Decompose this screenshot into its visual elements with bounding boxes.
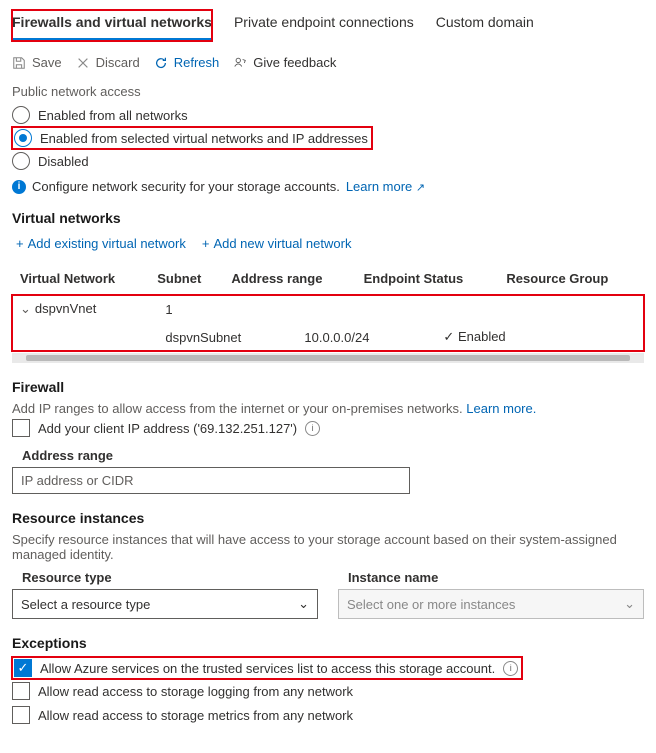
- x-icon: [76, 56, 90, 70]
- refresh-icon: [154, 56, 168, 70]
- resource-instances-desc: Specify resource instances that will hav…: [12, 532, 644, 562]
- select-placeholder: Select one or more instances: [347, 597, 515, 612]
- feedback-button[interactable]: Give feedback: [233, 55, 336, 70]
- trusted-services-checkbox[interactable]: ✓: [14, 659, 32, 677]
- radio-label: Enabled from selected virtual networks a…: [40, 131, 368, 146]
- checkmark-icon: ✓: [443, 329, 454, 344]
- learn-more-link[interactable]: Learn more ↗: [346, 179, 425, 194]
- metrics-label: Allow read access to storage metrics fro…: [38, 708, 353, 723]
- radio-icon: [12, 152, 30, 170]
- exceptions-heading: Exceptions: [12, 635, 644, 651]
- radio-icon: [12, 106, 30, 124]
- vnet-table: Virtual Network Subnet Address range End…: [12, 265, 644, 295]
- refresh-label: Refresh: [174, 55, 220, 70]
- command-bar: Save Discard Refresh Give feedback: [12, 47, 644, 84]
- resource-type-select[interactable]: Select a resource type ⌄: [12, 589, 318, 619]
- address-range-label: Address range: [12, 440, 644, 467]
- radio-label: Disabled: [38, 154, 89, 169]
- table-row[interactable]: ⌄ dspvnVnet 1: [12, 295, 644, 323]
- metrics-checkbox[interactable]: [12, 706, 30, 724]
- add-client-ip-label: Add your client IP address ('69.132.251.…: [38, 421, 297, 436]
- select-placeholder: Select a resource type: [21, 597, 150, 612]
- address-range-input[interactable]: IP address or CIDR: [12, 467, 410, 494]
- radio-enabled-selected[interactable]: Enabled from selected virtual networks a…: [12, 127, 372, 149]
- horizontal-scrollbar[interactable]: [12, 353, 644, 363]
- col-virtual-network: Virtual Network: [12, 265, 149, 295]
- resource-type-label: Resource type: [12, 570, 318, 585]
- tab-firewalls[interactable]: Firewalls and virtual networks: [12, 10, 212, 41]
- exception-logging-row[interactable]: Allow read access to storage logging fro…: [12, 679, 644, 703]
- radio-icon: [14, 129, 32, 147]
- vnet-heading: Virtual networks: [12, 210, 644, 226]
- plus-icon: +: [16, 236, 24, 251]
- config-info-row: i Configure network security for your st…: [12, 179, 644, 194]
- add-client-ip-checkbox[interactable]: [12, 419, 30, 437]
- instance-name-label: Instance name: [338, 570, 644, 585]
- instance-name-select[interactable]: Select one or more instances ⌄: [338, 589, 644, 619]
- refresh-button[interactable]: Refresh: [154, 55, 220, 70]
- col-endpoint-status: Endpoint Status: [356, 265, 499, 295]
- radio-enabled-all[interactable]: Enabled from all networks: [12, 103, 644, 127]
- logging-checkbox[interactable]: [12, 682, 30, 700]
- public-access-heading: Public network access: [12, 84, 644, 99]
- info-outline-icon[interactable]: i: [503, 661, 518, 676]
- radio-label: Enabled from all networks: [38, 108, 188, 123]
- exception-metrics-row[interactable]: Allow read access to storage metrics fro…: [12, 703, 644, 727]
- public-access-radio-group: Enabled from all networks Enabled from s…: [12, 103, 644, 173]
- firewall-learn-more-link[interactable]: Learn more.: [466, 401, 536, 416]
- tab-custom-domain[interactable]: Custom domain: [436, 10, 534, 41]
- chevron-down-icon: ⌄: [624, 596, 635, 612]
- add-new-vnet-button[interactable]: +Add new virtual network: [198, 232, 356, 255]
- chevron-down-icon: ⌄: [298, 596, 309, 612]
- firewall-desc: Add IP ranges to allow access from the i…: [12, 401, 644, 416]
- add-existing-vnet-button[interactable]: +Add existing virtual network: [12, 232, 190, 255]
- scrollbar-thumb[interactable]: [26, 355, 630, 361]
- tab-private-endpoints[interactable]: Private endpoint connections: [234, 10, 414, 41]
- radio-disabled[interactable]: Disabled: [12, 149, 644, 173]
- col-address-range: Address range: [223, 265, 355, 295]
- feedback-icon: [233, 56, 247, 70]
- info-icon: i: [12, 180, 26, 194]
- tab-bar: Firewalls and virtual networks Private e…: [12, 10, 644, 41]
- resource-instances-heading: Resource instances: [12, 510, 644, 526]
- cell-subnet-count: 1: [157, 295, 296, 323]
- plus-icon: +: [202, 236, 210, 251]
- feedback-label: Give feedback: [253, 55, 336, 70]
- logging-label: Allow read access to storage logging fro…: [38, 684, 353, 699]
- save-label: Save: [32, 55, 62, 70]
- save-icon: [12, 56, 26, 70]
- external-link-icon: ↗: [416, 182, 425, 194]
- cell-subnet-name: dspvnSubnet: [157, 323, 296, 351]
- col-subnet: Subnet: [149, 265, 223, 295]
- info-text: Configure network security for your stor…: [32, 179, 340, 194]
- table-row[interactable]: dspvnSubnet 10.0.0.0/24 ✓ Enabled: [12, 323, 644, 351]
- save-button[interactable]: Save: [12, 55, 62, 70]
- cell-address-range: 10.0.0.0/24: [296, 323, 435, 351]
- firewall-heading: Firewall: [12, 379, 644, 395]
- discard-button[interactable]: Discard: [76, 55, 140, 70]
- col-resource-group: Resource Group: [498, 265, 644, 295]
- cell-vnet-name: dspvnVnet: [35, 301, 96, 316]
- table-header-row: Virtual Network Subnet Address range End…: [12, 265, 644, 295]
- cell-endpoint-status: Enabled: [458, 329, 506, 344]
- chevron-down-icon[interactable]: ⌄: [20, 301, 31, 317]
- exception-trusted-row[interactable]: ✓ Allow Azure services on the trusted se…: [12, 657, 522, 679]
- info-outline-icon[interactable]: i: [305, 421, 320, 436]
- discard-label: Discard: [96, 55, 140, 70]
- trusted-services-label: Allow Azure services on the trusted serv…: [40, 661, 495, 676]
